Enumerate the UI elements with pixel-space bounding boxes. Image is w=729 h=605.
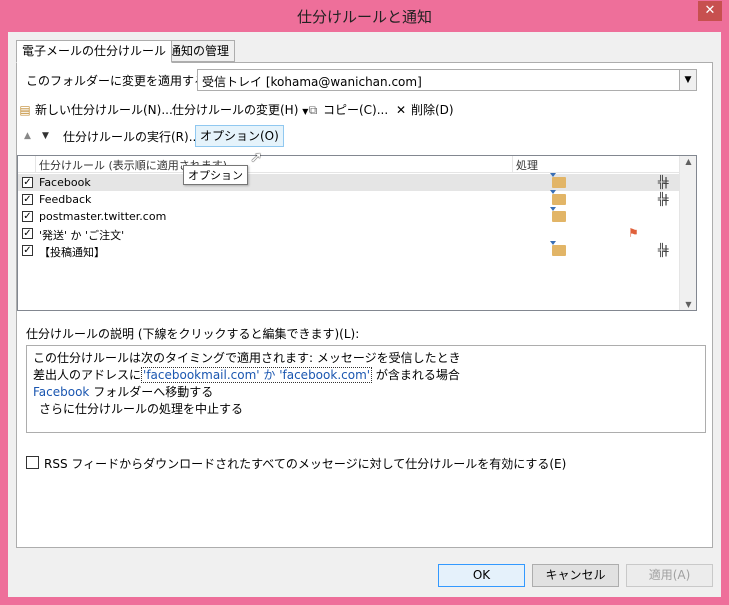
- header-separator: [35, 156, 36, 172]
- rule-checkbox[interactable]: ✓: [22, 177, 33, 188]
- chevron-down-icon[interactable]: ▼: [679, 70, 696, 90]
- rule-row[interactable]: ✓ postmaster.twitter.com: [18, 207, 680, 225]
- move-to-folder-icon: [550, 241, 566, 256]
- move-up-icon[interactable]: ▲: [24, 131, 31, 141]
- apply-button[interactable]: 適用(A): [626, 564, 713, 587]
- move-to-folder-icon: [550, 207, 566, 222]
- window-title: 仕分けルールと通知: [296, 8, 432, 26]
- move-to-folder-icon: [550, 173, 566, 188]
- column-actions[interactable]: 処理: [516, 157, 538, 173]
- rules-toolbar-secondary: ▲ ▼ 仕分けルールの実行(R)... オプション(O): [17, 125, 714, 149]
- rules-list-scrollbar[interactable]: ▲ ▼: [679, 156, 696, 310]
- move-down-icon[interactable]: ▼: [42, 131, 49, 141]
- title-bar: 仕分けルールと通知 ✕: [0, 0, 729, 32]
- ok-button[interactable]: OK: [438, 564, 525, 587]
- tab-email-rules[interactable]: 電子メールの仕分けルール: [16, 40, 173, 63]
- rules-list[interactable]: 仕分けルール (表示順に適用されます) 処理 ✓ Facebook ╬ǂ ✓ F…: [17, 155, 697, 311]
- rule-row[interactable]: ✓ Facebook ╬ǂ: [18, 173, 680, 191]
- rss-checkbox[interactable]: [26, 456, 39, 469]
- header-separator: [512, 156, 513, 172]
- rule-checkbox[interactable]: ✓: [22, 228, 33, 239]
- copy-rule-button[interactable]: ⧉ コピー(C)...: [305, 101, 388, 121]
- folder-dropdown[interactable]: 受信トレイ [kohama@wanichan.com] ▼: [197, 69, 697, 91]
- options-button[interactable]: オプション(O): [195, 125, 284, 147]
- flag-icon: ⚑: [628, 226, 639, 240]
- scroll-down-icon[interactable]: ▼: [680, 300, 697, 309]
- rule-checkbox[interactable]: ✓: [22, 211, 33, 222]
- rule-name: postmaster.twitter.com: [39, 210, 167, 223]
- rule-name: Facebook: [39, 176, 91, 189]
- tab-manage-alerts[interactable]: 通知の管理: [163, 40, 236, 62]
- email-rules-panel: このフォルダーに変更を適用する(F): 受信トレイ [kohama@wanich…: [16, 62, 713, 548]
- delete-x-icon: ✕: [395, 103, 407, 117]
- description-line: さらに仕分けルールの処理を中止する: [39, 402, 244, 416]
- rule-checkbox[interactable]: ✓: [22, 245, 33, 256]
- rule-row[interactable]: ✓ '発送' か 'ご注文' ⚑: [18, 225, 680, 242]
- rules-toolbar: ▤ 新しい仕分けルール(N)... 仕分けルールの変更(H) ▼ ⧉ コピー(C).…: [17, 97, 714, 123]
- description-line: この仕分けルールは次のタイミングで適用されます: メッセージを受信したとき: [33, 351, 461, 365]
- run-rules-button[interactable]: 仕分けルールの実行(R)...: [63, 128, 200, 148]
- move-to-folder-icon: [550, 190, 566, 205]
- dialog-client: 電子メールの仕分けルール 通知の管理 このフォルダーに変更を適用する(F): 受…: [8, 32, 721, 597]
- new-rule-icon: ▤: [19, 103, 31, 117]
- rule-name: 【投稿通知】: [39, 246, 105, 259]
- close-button[interactable]: ✕: [698, 1, 722, 21]
- rule-description-box: この仕分けルールは次のタイミングで適用されます: メッセージを受信したとき 差出…: [26, 345, 706, 433]
- rules-list-header: 仕分けルール (表示順に適用されます) 処理: [18, 156, 680, 173]
- dialog-window: 仕分けルールと通知 ✕ 電子メールの仕分けルール 通知の管理 このフォルダーに変…: [0, 0, 729, 605]
- target-folder-link[interactable]: Facebook: [33, 385, 89, 399]
- copy-icon: ⧉: [308, 103, 318, 117]
- rss-label[interactable]: RSS フィードからダウンロードされたすべてのメッセージに対して仕分けルールを有…: [44, 455, 566, 472]
- stop-processing-icon: ╬ǂ: [658, 175, 669, 189]
- scroll-up-icon[interactable]: ▲: [680, 157, 697, 166]
- options-tooltip: オプション: [183, 165, 248, 185]
- stop-processing-icon: ╬ǂ: [658, 192, 669, 206]
- description-line: Facebook フォルダーへ移動する: [33, 385, 214, 399]
- mouse-cursor-icon: ➚: [250, 148, 263, 166]
- change-rule-button[interactable]: 仕分けルールの変更(H) ▼: [172, 101, 308, 121]
- rule-name: Feedback: [39, 193, 92, 206]
- description-line: 差出人のアドレスに'facebookmail.com' か 'facebook.…: [33, 367, 460, 383]
- stop-processing-icon: ╬ǂ: [658, 243, 669, 257]
- delete-rule-button[interactable]: ✕ 削除(D): [393, 101, 454, 121]
- sender-address-link[interactable]: 'facebookmail.com' か 'facebook.com': [141, 367, 373, 383]
- folder-value: 受信トレイ [kohama@wanichan.com]: [202, 75, 422, 89]
- rule-row[interactable]: ✓ 【投稿通知】 ╬ǂ: [18, 241, 680, 259]
- cancel-button[interactable]: キャンセル: [532, 564, 619, 587]
- rule-row[interactable]: ✓ Feedback ╬ǂ: [18, 190, 680, 208]
- new-rule-button[interactable]: ▤ 新しい仕分けルール(N)...: [17, 101, 172, 121]
- description-label: 仕分けルールの説明 (下線をクリックすると編集できます)(L):: [26, 327, 360, 341]
- rule-name: '発送' か 'ご注文': [39, 229, 125, 242]
- rule-checkbox[interactable]: ✓: [22, 194, 33, 205]
